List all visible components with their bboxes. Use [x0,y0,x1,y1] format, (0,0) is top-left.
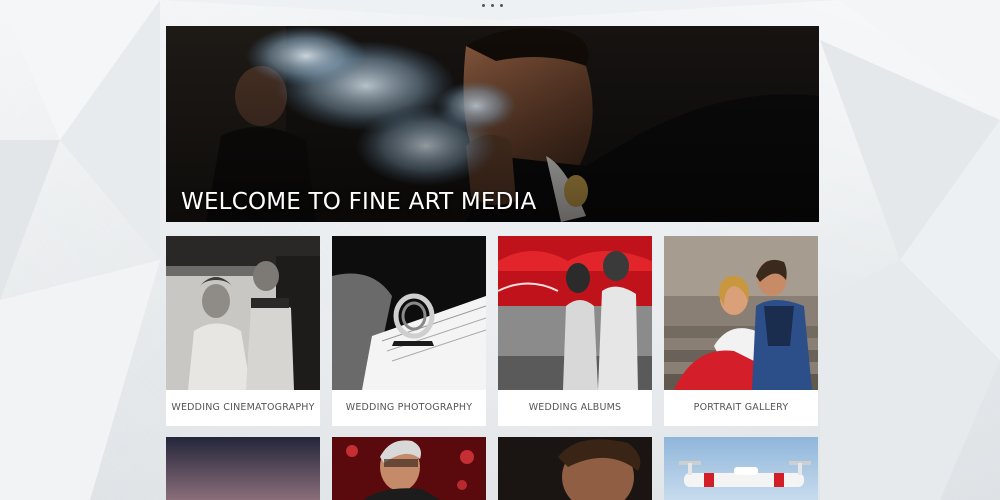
menu-dots-icon[interactable] [476,0,508,10]
tile-row2-2[interactable] [332,437,486,500]
thumbnail-image [332,236,486,390]
tile-label: WEDDING CINEMATOGRAPHY [171,402,315,413]
hero-banner[interactable]: WELCOME TO FINE ART MEDIA [166,26,819,222]
tile-row2-1[interactable] [166,437,320,500]
tile-wedding-photography[interactable]: WEDDING PHOTOGRAPHY [332,236,486,426]
thumbnail-image [664,437,818,500]
thumbnail-image [664,236,818,390]
tile-wedding-cinematography[interactable]: WEDDING CINEMATOGRAPHY [166,236,320,426]
tile-portrait-gallery[interactable]: PORTRAIT GALLERY [664,236,818,426]
tile-wedding-albums[interactable]: WEDDING ALBUMS [498,236,652,426]
thumbnail-image [166,437,320,500]
thumbnail-image [166,236,320,390]
thumbnail-image [332,437,486,500]
thumbnail-image [498,437,652,500]
thumbnail-image [498,236,652,390]
hero-title: WELCOME TO FINE ART MEDIA [181,189,537,215]
tile-label: PORTRAIT GALLERY [693,402,789,413]
tile-label: WEDDING ALBUMS [528,402,622,413]
tile-row2-4[interactable] [664,437,818,500]
tile-label: WEDDING PHOTOGRAPHY [345,402,473,413]
tile-row2-3[interactable] [498,437,652,500]
